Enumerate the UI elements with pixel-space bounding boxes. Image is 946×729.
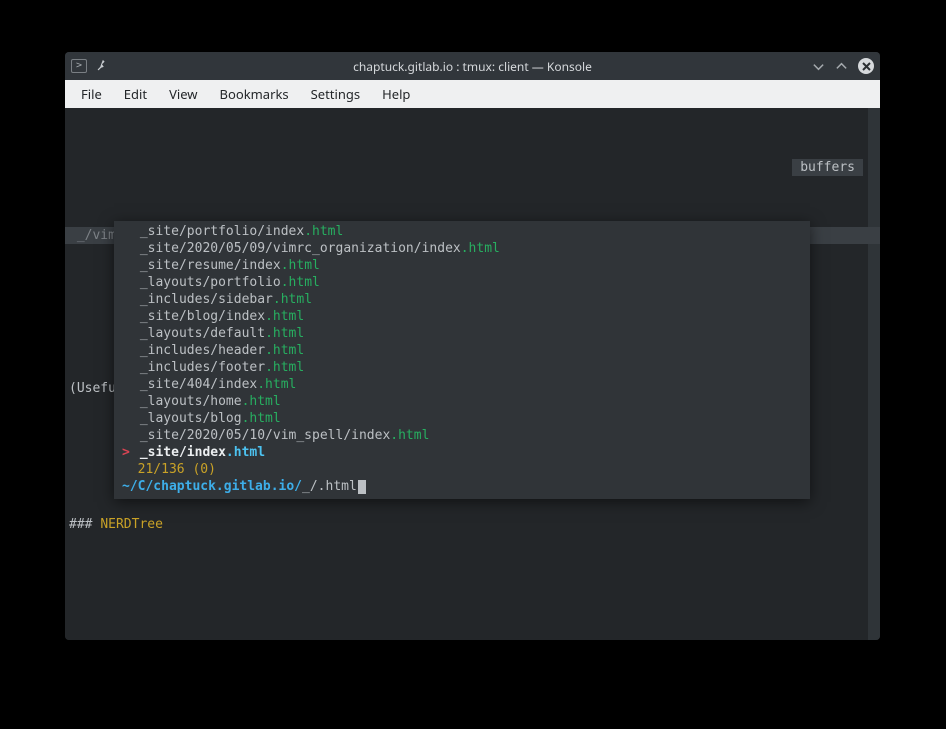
fzf-pointer-icon [122, 291, 132, 308]
close-button[interactable] [858, 58, 874, 74]
menu-file[interactable]: File [71, 82, 112, 106]
fzf-item[interactable]: _layouts/portfolio.html [114, 274, 810, 291]
fzf-item-ext: .html [242, 410, 281, 427]
fzf-counter: 21/136 (0) [114, 461, 810, 478]
fzf-item-path: _includes/footer [132, 359, 265, 376]
fzf-pointer-icon [122, 274, 132, 291]
blank-row [65, 584, 880, 601]
fzf-prompt-cwd: ~/C/chaptuck.gitlab.io/ [122, 478, 302, 495]
minimize-icon[interactable] [812, 60, 825, 73]
fzf-item-ext: .html [273, 291, 312, 308]
fzf-item[interactable]: _layouts/default.html [114, 325, 810, 342]
fzf-item-path: _layouts/default [132, 325, 265, 342]
cursor [358, 480, 366, 494]
fzf-item[interactable]: _site/resume/index.html [114, 257, 810, 274]
heading-row: ### NERDTree [65, 516, 880, 533]
menu-settings[interactable]: Settings [301, 82, 370, 106]
fzf-item-ext: .html [281, 274, 320, 291]
fzf-item-ext: .html [304, 223, 343, 240]
buffers-indicator: buffers [792, 159, 863, 176]
terminal-area[interactable]: _/vim-open-file.md buffers (Useful help … [65, 108, 880, 640]
fzf-item-ext: .html [281, 257, 320, 274]
fzf-item-path: _layouts/portfolio [132, 274, 281, 291]
fzf-item-ext: .html [461, 240, 500, 257]
pin-icon[interactable] [95, 59, 109, 73]
fzf-item-path: _site/2020/05/10/vim_spell/index [132, 427, 390, 444]
fzf-item[interactable]: _site/2020/05/09/vimrc_organization/inde… [114, 240, 810, 257]
close-icon [862, 62, 871, 71]
fzf-pointer-icon [122, 257, 132, 274]
fzf-item-path: _site/resume/index [132, 257, 281, 274]
fzf-item-path: _includes/sidebar [132, 291, 273, 308]
fzf-item-path: _site/404/index [132, 376, 257, 393]
fzf-item-path: _layouts/blog [132, 410, 242, 427]
fzf-item[interactable]: > _site/index.html [114, 444, 810, 461]
fzf-item[interactable]: _includes/header.html [114, 342, 810, 359]
menubar: File Edit View Bookmarks Settings Help [65, 80, 880, 108]
fzf-item-ext: .html [265, 359, 304, 376]
fzf-pointer-icon [122, 240, 132, 257]
menu-edit[interactable]: Edit [114, 82, 157, 106]
fzf-pointer-icon [122, 342, 132, 359]
fzf-item-ext: .html [226, 444, 265, 461]
fzf-item-ext: .html [390, 427, 429, 444]
app-icon: > [71, 59, 87, 73]
fzf-item[interactable]: _layouts/blog.html [114, 410, 810, 427]
fzf-item[interactable]: _site/portfolio/index.html [114, 223, 810, 240]
fzf-item-path: _site/portfolio/index [132, 223, 304, 240]
fzf-item-path: _layouts/home [132, 393, 242, 410]
fzf-item[interactable]: _includes/footer.html [114, 359, 810, 376]
fzf-item-path: _site/2020/05/09/vimrc_organization/inde… [132, 240, 461, 257]
titlebar[interactable]: > chaptuck.gitlab.io : tmux: client — Ko… [65, 52, 880, 80]
fzf-pointer-icon [122, 359, 132, 376]
fzf-prompt[interactable]: ~/C/chaptuck.gitlab.io/_/.html [114, 478, 810, 495]
maximize-icon[interactable] [835, 60, 848, 73]
fzf-pointer-icon [122, 308, 132, 325]
konsole-window: > chaptuck.gitlab.io : tmux: client — Ko… [65, 52, 880, 640]
fzf-item-path: _site/index [132, 444, 226, 461]
fzf-item-ext: .html [265, 342, 304, 359]
fzf-item[interactable]: _layouts/home.html [114, 393, 810, 410]
fzf-pointer-icon [122, 325, 132, 342]
fzf-item-path: _includes/header [132, 342, 265, 359]
fzf-item-ext: .html [257, 376, 296, 393]
fzf-pointer-icon [122, 393, 132, 410]
fzf-pointer-icon [122, 427, 132, 444]
fzf-pointer-icon: > [122, 444, 132, 461]
fzf-item-ext: .html [242, 393, 281, 410]
menu-help[interactable]: Help [372, 82, 420, 106]
menu-bookmarks[interactable]: Bookmarks [210, 82, 299, 106]
fzf-item-ext: .html [265, 325, 304, 342]
fzf-item[interactable]: _site/blog/index.html [114, 308, 810, 325]
fzf-item[interactable]: _site/404/index.html [114, 376, 810, 393]
menu-view[interactable]: View [159, 82, 207, 106]
window-title: chaptuck.gitlab.io : tmux: client — Kons… [65, 58, 880, 75]
fzf-prompt-query: _/.html [302, 478, 357, 495]
fzf-pointer-icon [122, 410, 132, 427]
fzf-pointer-icon [122, 376, 132, 393]
fzf-item[interactable]: _includes/sidebar.html [114, 291, 810, 308]
fzf-item-ext: .html [265, 308, 304, 325]
fzf-item[interactable]: _site/2020/05/10/vim_spell/index.html [114, 427, 810, 444]
fzf-item-path: _site/blog/index [132, 308, 265, 325]
fzf-popup[interactable]: _site/portfolio/index.html _site/2020/05… [114, 221, 810, 499]
fzf-pointer-icon [122, 223, 132, 240]
